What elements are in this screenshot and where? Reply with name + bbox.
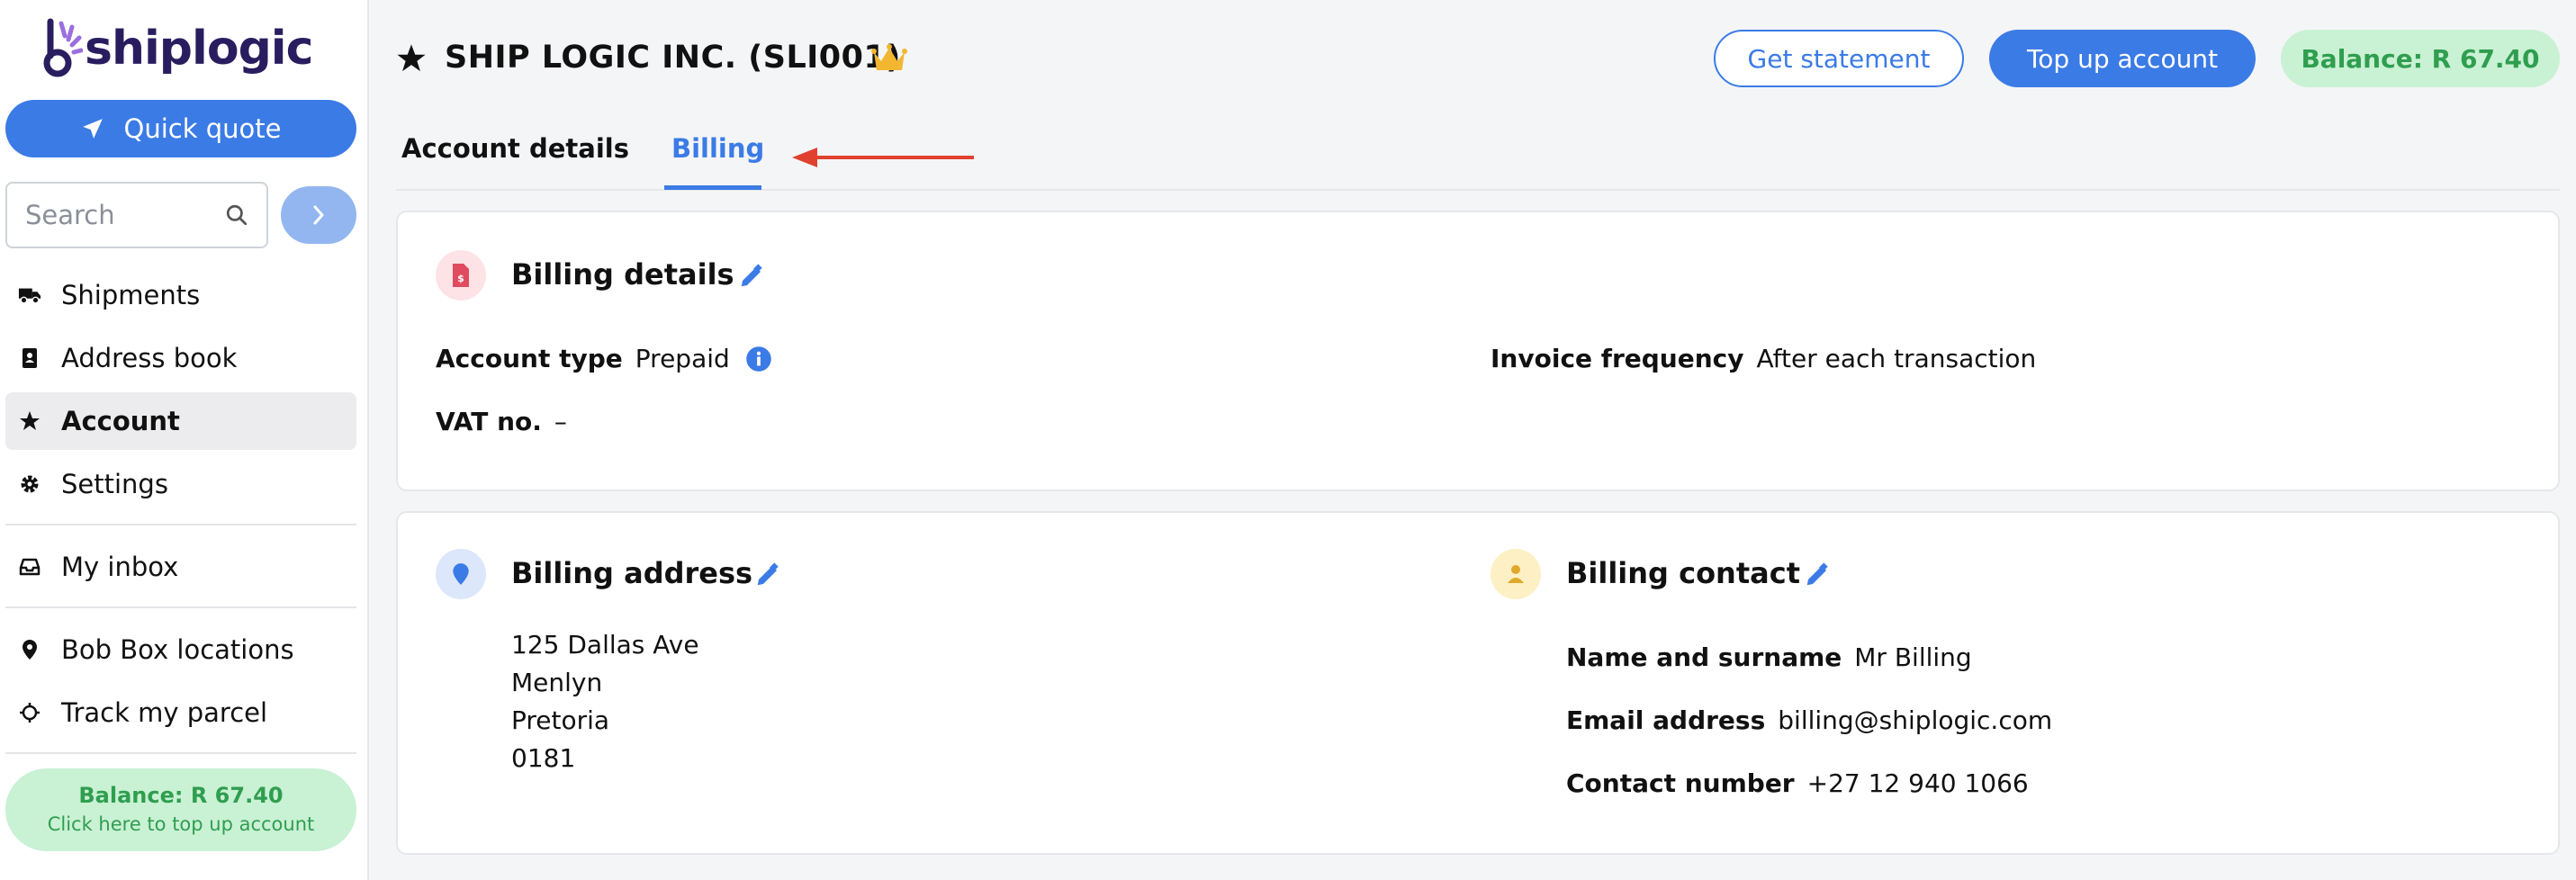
contact-phone-label: Contact number [1566,768,1795,798]
page-title: SHIP LOGIC INC. (SLI001) [445,40,901,76]
contact-phone-field: Contact number +27 12 940 1066 [1566,768,2029,798]
tab-account-details[interactable]: Account details [401,133,629,164]
tab-billing[interactable]: Billing [671,133,764,164]
address-line-suburb: Menlyn [511,668,603,697]
truck-icon [18,285,41,305]
sidebar-balance-button[interactable]: Balance: R 67.40 Click here to top up ac… [5,768,356,851]
chevron-right-icon [313,205,324,225]
crown-icon [871,44,907,70]
get-statement-button[interactable]: Get statement [1714,30,1964,87]
sidebar-divider [5,524,356,525]
logo-mark-icon [43,18,83,77]
billing-contact-title: Billing contact [1566,556,1800,590]
edit-pencil-icon[interactable] [738,263,765,290]
address-line-postal-code: 0181 [511,743,576,773]
sidebar: shiplogic Quick quote Shipments Address … [0,0,369,880]
logo-text: shiplogic [85,22,313,76]
sidebar-item-shipments[interactable]: Shipments [5,266,356,324]
search-go-button[interactable] [281,186,356,244]
sidebar-item-label: Bob Box locations [61,634,294,665]
account-type-label: Account type [436,344,623,373]
contact-name-value: Mr Billing [1854,642,1972,672]
star-icon [397,44,426,72]
contact-email-value: billing@shiplogic.com [1778,705,2053,735]
inbox-icon [18,557,41,577]
info-icon[interactable] [745,346,772,373]
sidebar-item-label: My inbox [61,552,179,582]
sidebar-item-address-book[interactable]: Address book [5,329,356,387]
sidebar-item-label: Account [61,406,180,436]
billing-address-title: Billing address [511,556,753,590]
quick-quote-label: Quick quote [123,113,282,144]
billing-address-contact-card: Billing address 125 Dallas Ave Menlyn Pr… [396,511,2560,855]
contact-name-field: Name and surname Mr Billing [1566,642,1972,672]
address-line-city: Pretoria [511,705,610,735]
vat-number-value: – [554,407,567,436]
search-icon[interactable] [225,203,248,227]
sidebar-item-my-inbox[interactable]: My inbox [5,538,356,596]
billing-details-card: $ Billing details Account type Prepaid In… [396,211,2560,491]
shiplogic-logo[interactable]: shiplogic [40,16,313,81]
sidebar-balance-amount: Balance: R 67.40 [78,783,284,808]
address-line-street: 125 Dallas Ave [511,630,699,660]
gear-icon [18,473,41,495]
account-type-field: Account type Prepaid [436,344,730,373]
map-pin-icon [18,639,41,660]
search-box [5,182,268,248]
contact-phone-value: +27 12 940 1066 [1806,768,2029,798]
vat-number-field: VAT no. – [436,407,567,436]
crosshair-icon [18,702,41,723]
sidebar-item-track-my-parcel[interactable]: Track my parcel [5,684,356,741]
sidebar-divider [5,606,356,608]
invoice-frequency-value: After each transaction [1756,344,2037,373]
sidebar-balance-hint: Click here to top up account [47,813,315,835]
account-type-value: Prepaid [635,344,730,373]
star-icon [18,410,41,432]
sidebar-item-settings[interactable]: Settings [5,455,356,513]
edit-pencil-icon[interactable] [1804,561,1831,588]
contact-name-label: Name and surname [1566,642,1842,672]
user-icon [1491,549,1541,599]
sidebar-item-label: Address book [61,343,238,373]
top-up-account-button[interactable]: Top up account [1989,30,2256,87]
svg-text:$: $ [457,273,464,284]
sidebar-item-account[interactable]: Account [5,392,356,450]
search-input[interactable] [25,200,205,230]
contact-email-field: Email address billing@shiplogic.com [1566,705,2052,735]
tab-active-indicator [664,185,761,190]
annotation-arrow-icon [792,148,974,167]
invoice-frequency-field: Invoice frequency After each transaction [1491,344,2036,373]
sidebar-item-label: Track my parcel [61,697,268,728]
quick-quote-button[interactable]: Quick quote [5,100,356,157]
address-book-icon [18,347,41,369]
billing-details-title: Billing details [511,257,734,292]
paper-plane-icon [82,119,103,139]
sidebar-item-label: Shipments [61,280,201,310]
map-pin-icon [436,549,486,599]
vat-number-label: VAT no. [436,407,542,436]
contact-email-label: Email address [1566,705,1766,735]
sidebar-item-bob-box-locations[interactable]: Bob Box locations [5,621,356,678]
edit-pencil-icon[interactable] [754,561,781,588]
invoice-icon: $ [436,250,486,301]
sidebar-item-label: Settings [61,469,168,499]
invoice-frequency-label: Invoice frequency [1491,344,1744,373]
sidebar-divider [5,752,356,754]
header-balance-badge[interactable]: Balance: R 67.40 [2281,30,2560,87]
